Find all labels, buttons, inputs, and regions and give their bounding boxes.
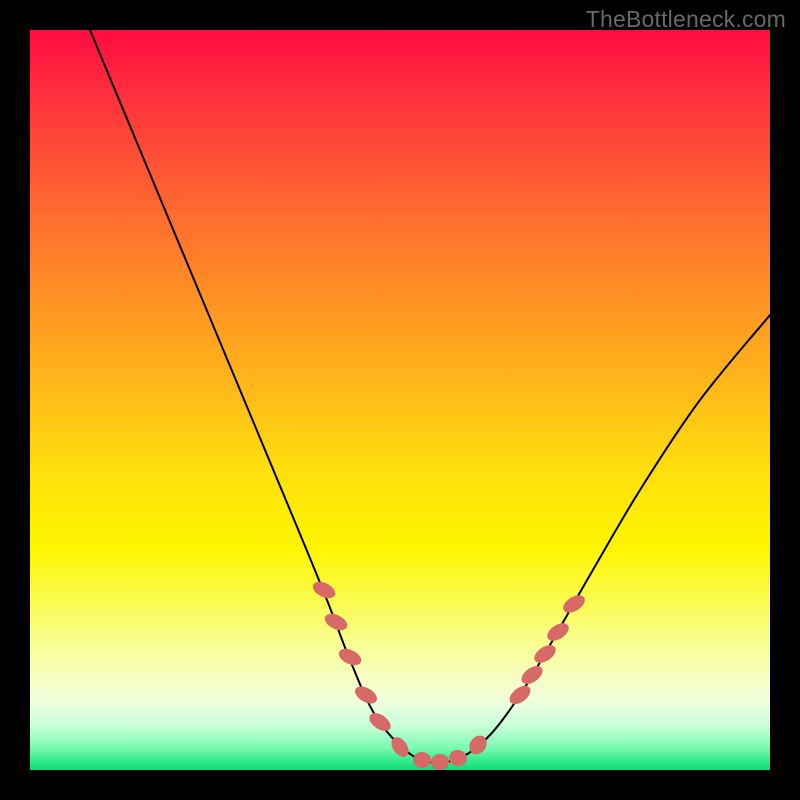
- curve-bead: [518, 662, 546, 687]
- curve-bead: [352, 683, 380, 707]
- curve-bead: [310, 578, 338, 601]
- curve-bead: [322, 610, 350, 633]
- curve-bead: [413, 752, 431, 768]
- bottleneck-curve: [90, 30, 770, 763]
- curve-bead: [506, 682, 534, 708]
- chart-frame: TheBottleneck.com: [0, 0, 800, 800]
- beads-group: [310, 578, 588, 770]
- curve-bead: [431, 754, 449, 770]
- plot-area: [30, 30, 770, 770]
- curve-layer: [30, 30, 770, 770]
- watermark-text: TheBottleneck.com: [586, 6, 786, 33]
- curve-bead: [531, 641, 559, 666]
- curve-bead: [544, 620, 572, 645]
- curve-bead: [336, 645, 364, 668]
- curve-bead: [560, 592, 588, 617]
- curve-bead: [366, 709, 394, 734]
- curve-bead: [447, 748, 469, 768]
